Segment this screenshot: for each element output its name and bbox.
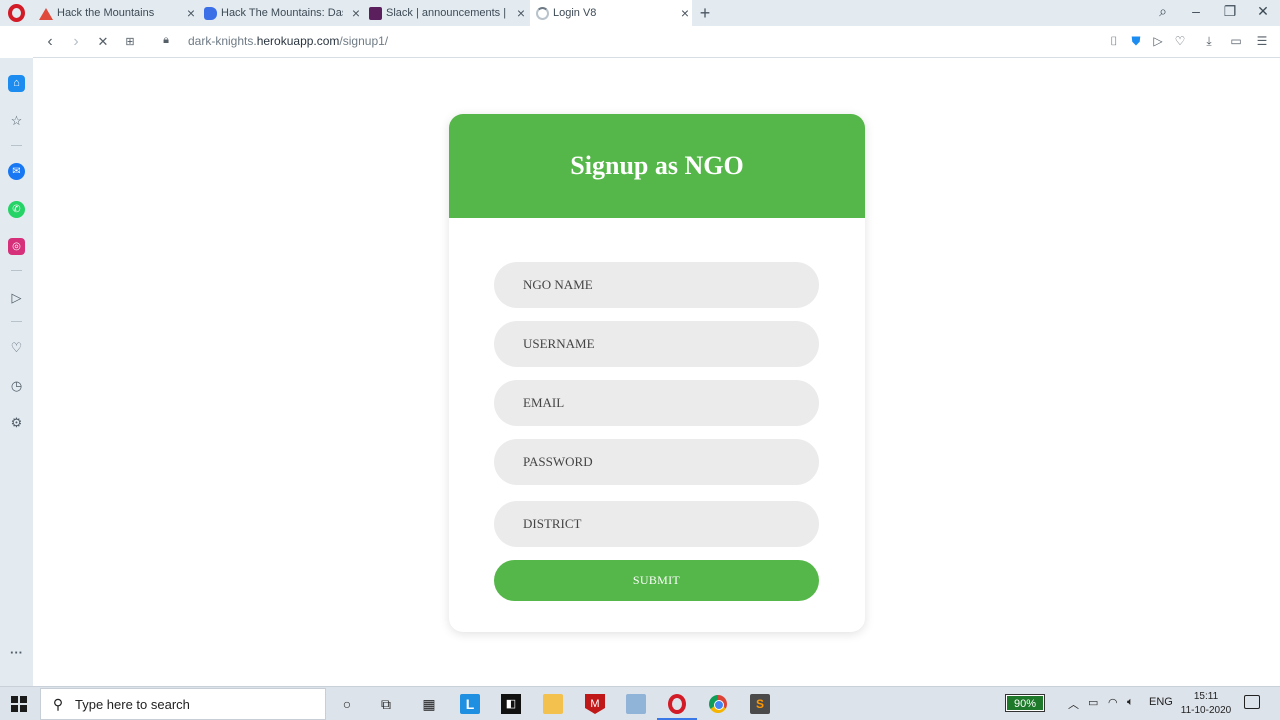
url-path: /signup1/ xyxy=(339,34,389,48)
url-subdomain: dark-knights. xyxy=(188,34,257,48)
snapshot-camera-icon[interactable]: ⌷ xyxy=(1106,34,1122,49)
tab-title: Slack | announcements | Ha xyxy=(386,7,508,19)
history-clock-icon[interactable]: ◷ xyxy=(8,377,25,394)
opera-menu-icon[interactable] xyxy=(8,4,25,22)
wifi-icon[interactable]: ◠ xyxy=(1108,696,1118,709)
battery-saver-icon[interactable]: ▭ xyxy=(1228,34,1244,48)
sublime-text-icon[interactable]: S xyxy=(750,694,770,714)
bookmark-heart-icon[interactable]: ♡ xyxy=(1172,34,1188,48)
forward-icon[interactable]: › xyxy=(67,33,85,51)
windows-start-icon[interactable] xyxy=(11,696,27,712)
password-input[interactable] xyxy=(494,439,819,485)
tab-slack[interactable]: Slack | announcements | Ha × xyxy=(363,0,528,26)
bookmarks-star-icon[interactable]: ☆ xyxy=(8,112,25,129)
send-to-flow-icon[interactable]: ▷ xyxy=(1150,34,1166,48)
tab-strip: Hack the Mountains × Hack The Mountains:… xyxy=(0,0,1280,26)
close-icon[interactable]: × xyxy=(678,5,692,21)
restore-icon[interactable]: ❐ xyxy=(1220,3,1240,20)
taskbar-search-box[interactable]: ⚲ Type here to search xyxy=(40,688,326,720)
close-icon[interactable]: × xyxy=(184,5,198,21)
district-input[interactable] xyxy=(494,501,819,547)
task-view-icon[interactable]: ⧉ xyxy=(376,694,396,714)
tab-dashboard[interactable]: Hack The Mountains: Dash × xyxy=(198,0,363,26)
minimize-icon[interactable]: – xyxy=(1186,3,1206,19)
windows-taskbar: ⚲ Type here to search ○ ⧉ ▦ L ◧ M S 90% … xyxy=(0,686,1280,720)
clock-time: 15:11 xyxy=(1193,691,1219,702)
language-indicator[interactable]: ENG xyxy=(1149,696,1173,708)
close-icon[interactable]: × xyxy=(514,5,528,21)
speed-dial-icon[interactable]: ⊞ xyxy=(121,35,139,48)
download-icon[interactable]: ⤓ xyxy=(1201,34,1217,49)
search-tabs-icon[interactable]: ⌕ xyxy=(1153,3,1173,20)
adblock-shield-icon[interactable]: ⛊ xyxy=(1128,34,1144,49)
opera-sidebar: ⌂ ☆ ✉ ✆ ◎ ▷ ♡ ◷ ⚙ ··· xyxy=(0,58,33,686)
username-input[interactable] xyxy=(494,321,819,367)
address-bar: ‹ › ✕ ⊞ 🔒︎ dark-knights.herokuapp.com/si… xyxy=(33,26,1280,58)
email-input[interactable] xyxy=(494,380,819,426)
tab-title: Hack the Mountains xyxy=(57,7,155,19)
loading-spinner-icon xyxy=(536,6,549,20)
volume-icon[interactable]: 🔈︎ xyxy=(1127,696,1134,709)
app-window-icon[interactable] xyxy=(626,694,646,714)
tab-title: Hack The Mountains: Dash xyxy=(221,7,343,19)
battery-tray-icon[interactable]: ▭ xyxy=(1088,696,1098,709)
flow-send-icon[interactable]: ▷ xyxy=(8,289,25,306)
calculator-icon[interactable]: ▦ xyxy=(419,694,439,714)
taskbar-clock[interactable]: 15:11 11-10-2020 xyxy=(1176,690,1236,718)
messenger-icon[interactable]: ✉ xyxy=(8,163,25,180)
back-icon[interactable]: ‹ xyxy=(41,33,59,51)
card-header: Signup as NGO xyxy=(449,114,865,218)
cortana-circle-icon[interactable]: ○ xyxy=(337,694,357,714)
instagram-icon[interactable]: ◎ xyxy=(8,238,25,255)
slack-favicon-icon xyxy=(369,6,382,20)
sidebar-divider xyxy=(11,145,22,146)
file-explorer-icon[interactable] xyxy=(543,694,563,714)
submit-button[interactable]: SUBMIT xyxy=(494,560,819,601)
mcafee-shield-icon[interactable]: M xyxy=(585,694,605,714)
tab-hack-the-mountains[interactable]: Hack the Mountains × xyxy=(33,0,198,26)
mountain-favicon-icon xyxy=(39,7,53,20)
easy-setup-icon[interactable]: ☰ xyxy=(1254,34,1270,48)
lock-icon: 🔒︎ xyxy=(163,34,169,46)
stop-loading-icon[interactable]: ✕ xyxy=(94,34,112,50)
signup-card: Signup as NGO SUBMIT xyxy=(449,114,865,632)
roblox-icon[interactable]: ◧ xyxy=(501,694,521,714)
speed-dial-home-icon[interactable]: ⌂ xyxy=(8,75,25,92)
lens-app-icon[interactable]: L xyxy=(460,694,480,714)
settings-gear-icon[interactable]: ⚙ xyxy=(8,414,25,431)
action-center-icon[interactable] xyxy=(1244,695,1260,709)
show-hidden-icons-chevron-icon[interactable]: ︿ xyxy=(1068,696,1079,712)
taskbar-search-placeholder: Type here to search xyxy=(75,696,190,712)
page-title: Signup as NGO xyxy=(570,151,744,180)
tab-login-v8[interactable]: Login V8 × xyxy=(530,0,692,26)
window-close-icon[interactable]: ✕ xyxy=(1253,3,1273,20)
opera-taskbar-icon[interactable] xyxy=(668,694,686,714)
sidebar-divider xyxy=(11,270,22,271)
ngo-name-input[interactable] xyxy=(494,262,819,308)
clock-date: 11-10-2020 xyxy=(1180,705,1232,716)
close-icon[interactable]: × xyxy=(349,5,363,21)
new-tab-plus-icon[interactable]: + xyxy=(697,3,713,24)
sidebar-divider xyxy=(11,321,22,322)
battery-indicator[interactable]: 90% xyxy=(1005,694,1045,712)
devfolio-favicon-icon xyxy=(204,6,217,20)
url-domain: herokuapp.com xyxy=(256,34,340,48)
search-icon: ⚲ xyxy=(52,695,64,712)
tab-title: Login V8 xyxy=(553,7,597,19)
whatsapp-icon[interactable]: ✆ xyxy=(8,201,25,218)
url-field[interactable]: dark-knights.herokuapp.com/signup1/ xyxy=(188,34,388,48)
personal-news-heart-icon[interactable]: ♡ xyxy=(8,339,25,356)
chrome-icon[interactable] xyxy=(709,695,727,713)
more-ellipsis-icon[interactable]: ··· xyxy=(8,644,25,661)
